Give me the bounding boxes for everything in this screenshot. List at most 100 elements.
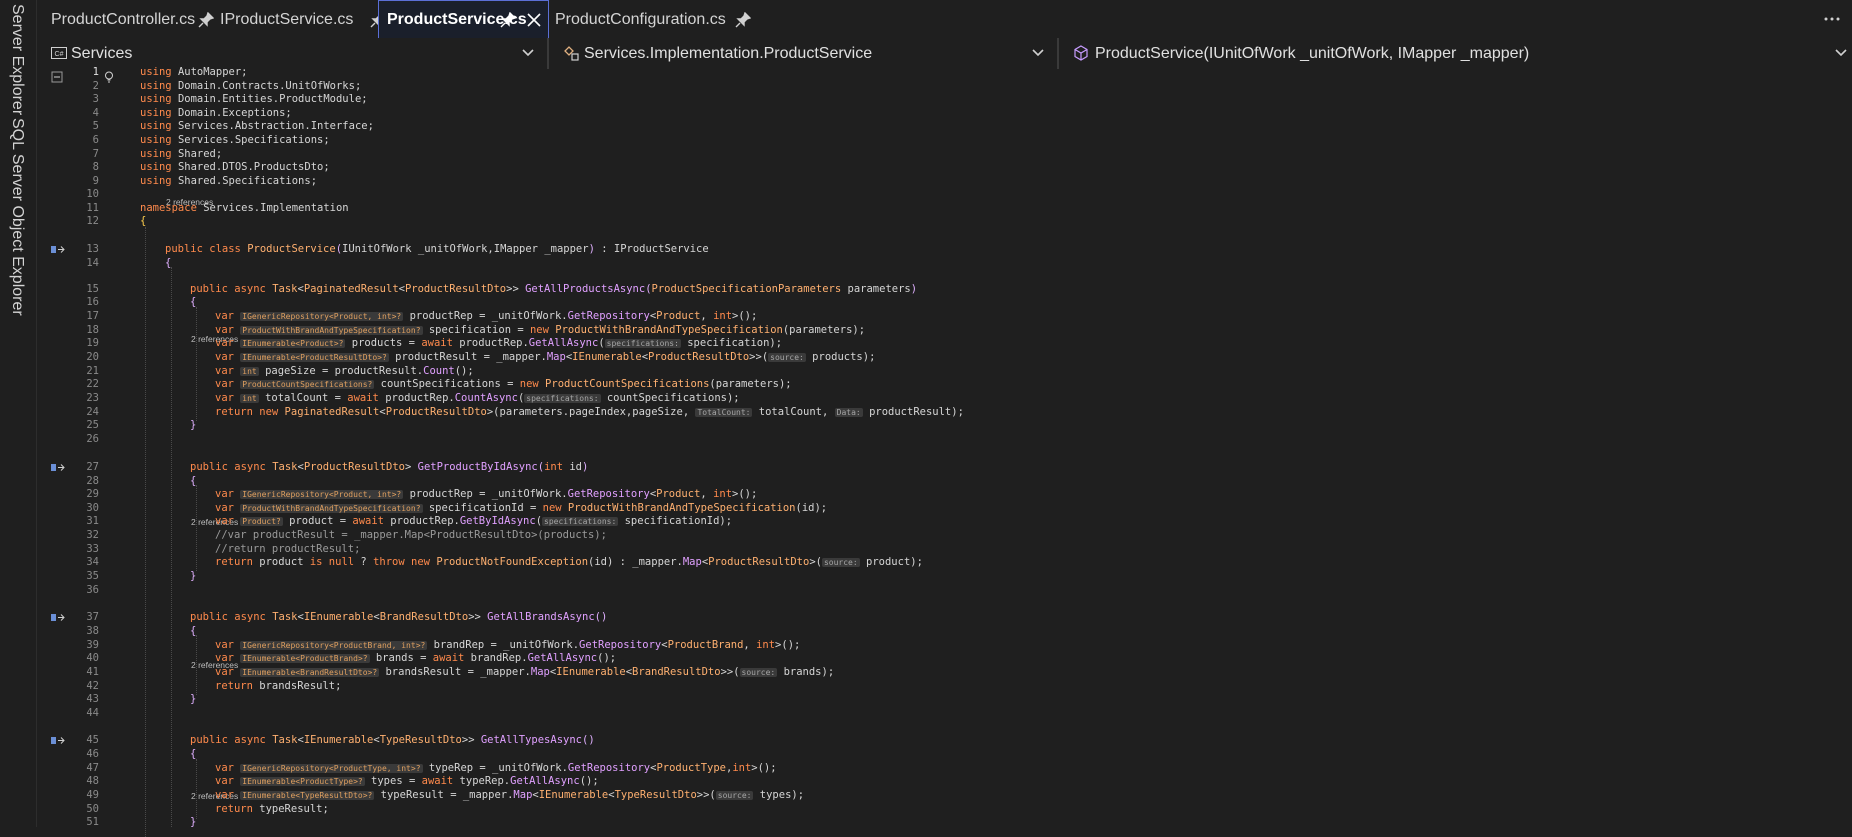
implementation-marker-icon[interactable] — [51, 613, 65, 622]
line-number: 17 — [86, 310, 99, 322]
code-line[interactable]: using Services.Specifications; — [140, 134, 330, 148]
line-number: 26 — [86, 433, 99, 445]
code-line[interactable]: var IEnumerable<BrandResultDto>? brandsR… — [215, 666, 834, 680]
line-number: 8 — [92, 161, 99, 173]
member-dropdown[interactable]: ProductService(IUnitOfWork _unitOfWork, … — [1058, 38, 1852, 69]
code-line[interactable]: using Shared.Specifications; — [140, 175, 317, 189]
code-comment[interactable]: //var productResult = _mapper.Map<Produc… — [215, 529, 607, 543]
tab-product-configuration[interactable]: ProductConfiguration.cs — [549, 0, 749, 40]
code-line[interactable]: var ProductCountSpecifications? countSpe… — [215, 378, 792, 392]
code-line[interactable]: var IEnumerable<Product>? products = awa… — [215, 337, 782, 351]
svg-text:C#: C# — [55, 51, 64, 58]
line-number: 12 — [86, 215, 99, 227]
tab-product-service[interactable]: ProductService.cs — [378, 0, 549, 39]
line-number: 7 — [92, 147, 99, 160]
code-line[interactable]: return product is null ? throw new Produ… — [215, 556, 923, 570]
project-dropdown[interactable]: C# Services — [37, 38, 548, 69]
line-number: 43 — [86, 693, 99, 705]
pin-icon[interactable] — [500, 12, 516, 28]
line-number: 41 — [86, 666, 99, 678]
line-number: 51 — [86, 816, 99, 828]
code-line[interactable]: public class ProductService(IUnitOfWork … — [165, 243, 709, 257]
code-line[interactable]: } — [190, 419, 196, 433]
code-line[interactable]: using Services.Abstraction.Interface; — [140, 120, 374, 134]
code-line[interactable]: { — [190, 296, 196, 310]
line-number: 48 — [86, 775, 99, 787]
code-line[interactable]: using Shared.DTOS.ProductsDto; — [140, 161, 330, 175]
line-number: 28 — [86, 475, 99, 487]
code-line[interactable]: var IGenericRepository<ProductType, int>… — [215, 762, 777, 776]
implementation-marker-icon[interactable] — [51, 463, 65, 472]
code-line[interactable]: { — [190, 748, 196, 762]
code-line[interactable]: using Domain.Exceptions; — [140, 107, 292, 121]
code-line[interactable]: } — [190, 816, 196, 830]
tab-iproduct-service[interactable]: IProductService.cs — [207, 0, 379, 40]
pin-icon[interactable] — [735, 12, 751, 28]
code-line[interactable]: var IGenericRepository<ProductBrand, int… — [215, 639, 800, 653]
line-number: 24 — [86, 406, 99, 418]
indent-guide — [145, 227, 146, 837]
line-number: 9 — [92, 174, 99, 187]
code-line[interactable]: return typeResult; — [215, 803, 329, 817]
more-icon[interactable] — [1824, 14, 1840, 24]
project-name: Services — [71, 44, 133, 62]
navigation-bar: C# Services Services.Implementation.Prod… — [37, 38, 1852, 70]
line-number: 23 — [86, 392, 99, 404]
implementation-marker-icon[interactable] — [51, 245, 65, 254]
code-line[interactable]: { — [140, 215, 146, 229]
code-line[interactable]: var ProductWithBrandAndTypeSpecification… — [215, 502, 827, 516]
line-number: 32 — [86, 529, 99, 541]
code-line[interactable]: var IEnumerable<ProductBrand>? brands = … — [215, 652, 616, 666]
code-line[interactable]: var IGenericRepository<Product, int>? pr… — [215, 310, 757, 324]
chevron-down-icon[interactable] — [521, 46, 535, 60]
code-line[interactable]: { — [165, 257, 171, 271]
line-number: 18 — [86, 324, 99, 336]
code-line[interactable]: using Domain.Entities.ProductModule; — [140, 93, 368, 107]
tab-label: ProductController.cs — [51, 11, 196, 28]
code-line[interactable]: var IEnumerable<TypeResultDto>? typeResu… — [215, 789, 804, 803]
close-icon[interactable] — [526, 12, 542, 28]
line-number: 6 — [92, 134, 99, 146]
line-number: 44 — [86, 707, 99, 719]
server-explorer-tab[interactable]: Server Explorer — [8, 4, 26, 115]
code-line[interactable]: var int totalCount = await productRep.Co… — [215, 392, 740, 406]
sql-server-object-explorer-tab[interactable]: SQL Server Object Explorer — [8, 118, 26, 316]
line-number: 40 — [86, 652, 99, 664]
code-line[interactable]: { — [190, 625, 196, 639]
code-line[interactable]: var IGenericRepository<Product, int>? pr… — [215, 488, 757, 502]
code-line[interactable]: var int pageSize = productResult.Count()… — [215, 365, 474, 379]
csharp-project-icon: C# — [51, 47, 67, 59]
code-line[interactable]: public async Task<PaginatedResult<Produc… — [190, 283, 917, 297]
line-number: 33 — [86, 543, 99, 555]
tab-label: ProductConfiguration.cs — [555, 11, 726, 28]
code-line[interactable]: namespace Services.Implementation — [140, 202, 349, 216]
implementation-marker-icon[interactable] — [51, 736, 65, 745]
line-number: 29 — [86, 488, 99, 500]
code-line[interactable]: { — [190, 475, 196, 489]
type-dropdown[interactable]: Services.Implementation.ProductService — [548, 38, 1058, 69]
code-line[interactable]: var ProductWithBrandAndTypeSpecification… — [215, 324, 865, 338]
chevron-down-icon[interactable] — [1834, 46, 1848, 60]
code-comment[interactable]: //return productResult; — [215, 543, 360, 557]
code-line[interactable]: var Product? product = await productRep.… — [215, 515, 732, 529]
chevron-down-icon[interactable] — [1031, 46, 1045, 60]
lightbulb-icon[interactable] — [104, 71, 114, 83]
code-line[interactable]: using Shared; — [140, 148, 222, 162]
code-line[interactable]: return new PaginatedResult<ProductResult… — [215, 406, 964, 420]
code-line[interactable]: var IEnumerable<ProductResultDto>? produ… — [215, 351, 875, 365]
code-line[interactable]: public async Task<IEnumerable<BrandResul… — [190, 611, 607, 625]
code-line[interactable]: var IEnumerable<ProductType>? types = aw… — [215, 775, 599, 789]
line-number: 38 — [86, 625, 99, 637]
tab-product-controller[interactable]: ProductController.cs — [37, 0, 215, 40]
code-editor[interactable]: 1 2 3 4 5 6 7 8 9 10 11 12 13 14 15 16 17 18 19 20 21 22 23 24 2… — [37, 66, 1852, 837]
code-line[interactable]: } — [190, 570, 196, 584]
code-line[interactable]: } — [190, 693, 196, 707]
line-number: 14 — [86, 257, 99, 269]
code-line[interactable]: public async Task<ProductResultDto> GetP… — [190, 461, 588, 475]
line-number: 10 — [86, 188, 99, 200]
code-line[interactable]: using AutoMapper; — [140, 66, 247, 80]
code-line[interactable]: return brandsResult; — [215, 680, 341, 694]
code-line[interactable]: public async Task<IEnumerable<TypeResult… — [190, 734, 595, 748]
line-number: 3 — [92, 93, 99, 105]
code-line[interactable]: using Domain.Contracts.UnitOfWorks; — [140, 80, 361, 94]
